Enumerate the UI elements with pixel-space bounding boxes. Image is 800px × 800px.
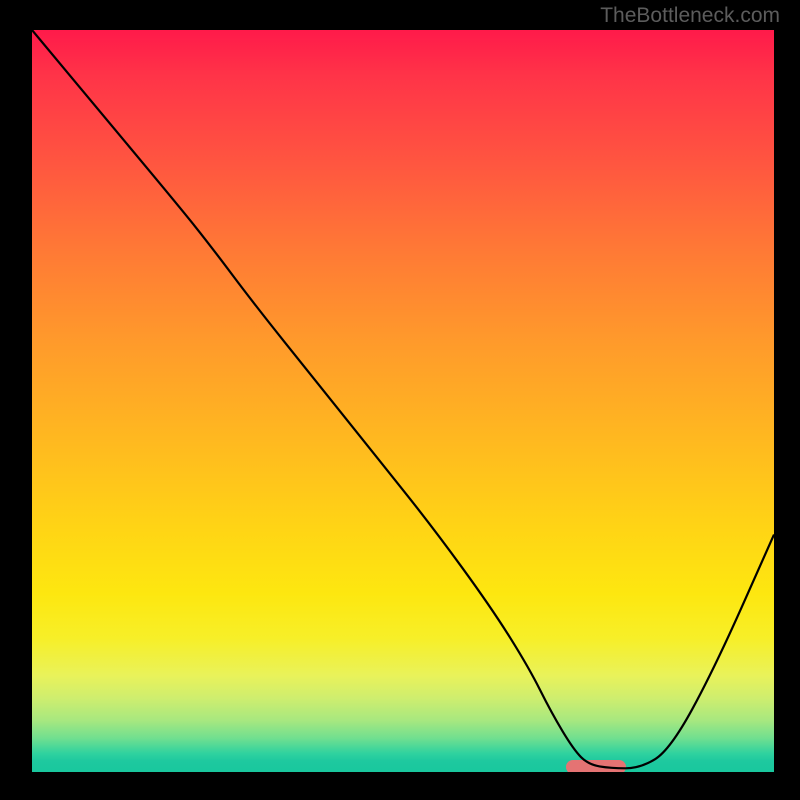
chart-plot-area bbox=[32, 30, 774, 772]
chart-line bbox=[32, 30, 774, 772]
watermark-text: TheBottleneck.com bbox=[600, 4, 780, 28]
